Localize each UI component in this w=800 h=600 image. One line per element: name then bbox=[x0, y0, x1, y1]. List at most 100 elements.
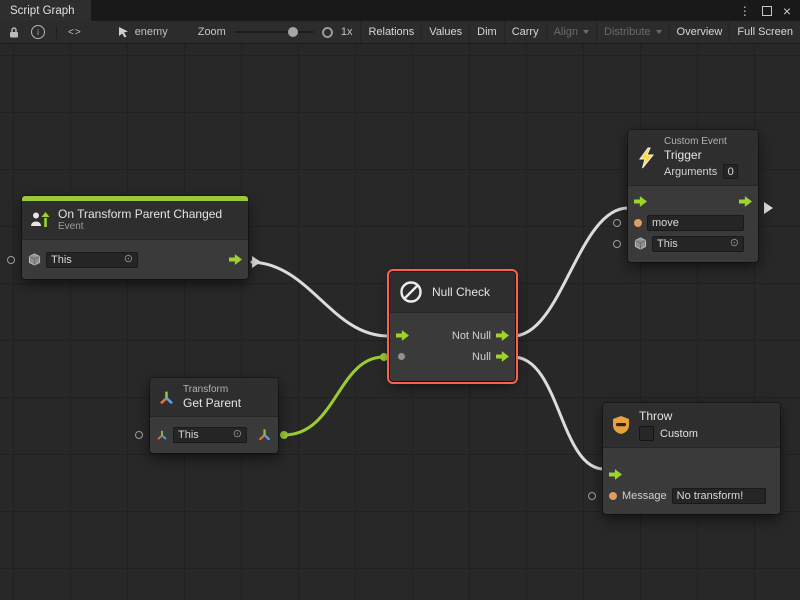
maximize-icon[interactable] bbox=[762, 6, 772, 16]
dropdown-caret-icon bbox=[656, 30, 662, 34]
target-value: This bbox=[51, 254, 72, 266]
checkbox-label: Custom bbox=[660, 428, 698, 440]
target-value: This bbox=[657, 238, 678, 250]
custom-checkbox[interactable] bbox=[639, 426, 654, 441]
node-title: Trigger bbox=[664, 148, 738, 162]
port-row: This ⊙ bbox=[628, 233, 758, 254]
target-dropdown[interactable]: This ⊙ bbox=[173, 427, 247, 443]
wire-getparent-to-nullcheck[interactable] bbox=[284, 357, 384, 435]
node-title: Null Check bbox=[432, 285, 490, 299]
port-label: Not Null bbox=[452, 330, 491, 342]
info-icon[interactable]: i bbox=[31, 25, 45, 39]
graph-asset-icon bbox=[118, 26, 129, 38]
message-value: No transform! bbox=[677, 490, 744, 502]
null-check-icon bbox=[398, 279, 424, 305]
message-label: Message bbox=[622, 490, 667, 502]
toolbar-button-overview[interactable]: Overview bbox=[669, 21, 730, 43]
node-on-transform-parent-changed[interactable]: On Transform Parent Changed Event This ⊙ bbox=[22, 196, 248, 279]
toolbar-button-carry[interactable]: Carry bbox=[504, 21, 546, 43]
unconnected-port-icon[interactable] bbox=[613, 240, 621, 248]
transform-icon bbox=[156, 429, 168, 441]
zoom-label: Zoom bbox=[198, 26, 226, 38]
graph-breadcrumb[interactable]: enemy bbox=[118, 26, 168, 38]
control-input-port[interactable] bbox=[609, 469, 622, 480]
object-picker-icon[interactable]: ⊙ bbox=[730, 238, 739, 249]
button-label: Relations bbox=[368, 26, 414, 38]
wire-notnull-to-customevent[interactable] bbox=[513, 208, 628, 336]
toolbar-button-fullscreen[interactable]: Full Screen bbox=[729, 21, 800, 43]
zoom-slider[interactable] bbox=[234, 31, 314, 33]
button-label: Full Screen bbox=[737, 26, 793, 38]
control-output-marker[interactable] bbox=[252, 256, 261, 268]
graph-name: enemy bbox=[135, 26, 168, 38]
node-title: Get Parent bbox=[183, 396, 241, 410]
control-output-port[interactable] bbox=[496, 351, 509, 362]
unconnected-port-icon[interactable] bbox=[135, 431, 143, 439]
graph-toolbar: i <> enemy Zoom 1x Relations Values Dim … bbox=[0, 21, 800, 44]
lock-icon[interactable] bbox=[8, 26, 20, 39]
port-row bbox=[603, 464, 780, 485]
message-field[interactable]: No transform! bbox=[672, 488, 766, 504]
arguments-field[interactable]: 0 bbox=[723, 164, 738, 179]
node-get-parent[interactable]: Transform Get Parent This ⊙ bbox=[150, 378, 278, 453]
zoom-slider-handle[interactable] bbox=[288, 27, 298, 37]
zoom-indicator-icon[interactable] bbox=[322, 27, 333, 38]
gameobject-cube-icon bbox=[28, 253, 41, 266]
button-label: Values bbox=[429, 26, 462, 38]
value-input-port[interactable] bbox=[398, 353, 405, 360]
control-output-marker[interactable] bbox=[764, 202, 773, 214]
toolbar-button-align[interactable]: Align bbox=[546, 21, 596, 43]
port-label: Null bbox=[472, 351, 491, 363]
node-custom-event-trigger[interactable]: Custom Event Trigger Arguments 0 bbox=[628, 130, 758, 262]
unconnected-port-icon[interactable] bbox=[588, 492, 596, 500]
wire-endpoint-dot bbox=[380, 353, 388, 361]
control-output-port[interactable] bbox=[229, 254, 242, 265]
wire-event-to-nullcheck[interactable] bbox=[252, 262, 388, 336]
control-input-port[interactable] bbox=[396, 330, 409, 341]
event-name-field[interactable]: move bbox=[647, 215, 744, 231]
gameobject-cube-icon bbox=[634, 237, 647, 250]
button-label: Distribute bbox=[604, 26, 650, 38]
unconnected-port-icon[interactable] bbox=[613, 219, 621, 227]
value-input-port[interactable] bbox=[609, 492, 617, 500]
toolbar-button-values[interactable]: Values bbox=[421, 21, 469, 43]
control-input-port[interactable] bbox=[634, 196, 647, 207]
port-row: This ⊙ bbox=[22, 249, 248, 270]
node-category: Transform bbox=[183, 384, 241, 396]
value-output-port[interactable] bbox=[257, 427, 272, 442]
graph-canvas[interactable]: On Transform Parent Changed Event This ⊙ bbox=[0, 44, 800, 600]
control-output-port[interactable] bbox=[739, 196, 752, 207]
menu-icon[interactable]: ⋮ bbox=[739, 5, 751, 17]
code-view-icon[interactable]: <> bbox=[68, 27, 82, 38]
node-null-check[interactable]: Null Check Not Null Null bbox=[390, 272, 515, 381]
node-throw[interactable]: Throw Custom Message No tr bbox=[603, 403, 780, 514]
port-row: Not Null bbox=[390, 325, 515, 346]
target-value: This bbox=[178, 429, 199, 441]
lightning-bolt-icon bbox=[636, 147, 656, 169]
port-row: This ⊙ bbox=[150, 424, 278, 445]
node-header: Null Check bbox=[390, 272, 515, 313]
toolbar-left-group: i <> bbox=[0, 25, 82, 39]
node-category: Custom Event bbox=[664, 136, 738, 148]
event-name-value: move bbox=[652, 217, 679, 229]
value-input-port[interactable] bbox=[634, 219, 642, 227]
node-header: Throw Custom bbox=[603, 403, 780, 448]
object-picker-icon[interactable]: ⊙ bbox=[124, 254, 133, 265]
port-row: Null bbox=[390, 346, 515, 367]
arguments-label: Arguments bbox=[664, 165, 717, 179]
unconnected-port-icon[interactable] bbox=[7, 256, 15, 264]
toolbar-button-dim[interactable]: Dim bbox=[469, 21, 504, 43]
tab-script-graph[interactable]: Script Graph bbox=[0, 0, 91, 21]
toolbar-button-distribute[interactable]: Distribute bbox=[596, 21, 668, 43]
object-picker-icon[interactable]: ⊙ bbox=[233, 429, 242, 440]
target-dropdown[interactable]: This ⊙ bbox=[46, 252, 138, 268]
target-dropdown[interactable]: This ⊙ bbox=[652, 236, 744, 252]
throw-shield-icon bbox=[611, 415, 631, 435]
wire-null-to-throw[interactable] bbox=[513, 357, 604, 469]
toolbar-separator bbox=[56, 26, 57, 39]
window-controls: ⋮ × bbox=[739, 0, 800, 21]
close-icon[interactable]: × bbox=[783, 4, 791, 18]
port-row bbox=[628, 191, 758, 212]
control-output-port[interactable] bbox=[496, 330, 509, 341]
toolbar-button-relations[interactable]: Relations bbox=[360, 21, 421, 43]
